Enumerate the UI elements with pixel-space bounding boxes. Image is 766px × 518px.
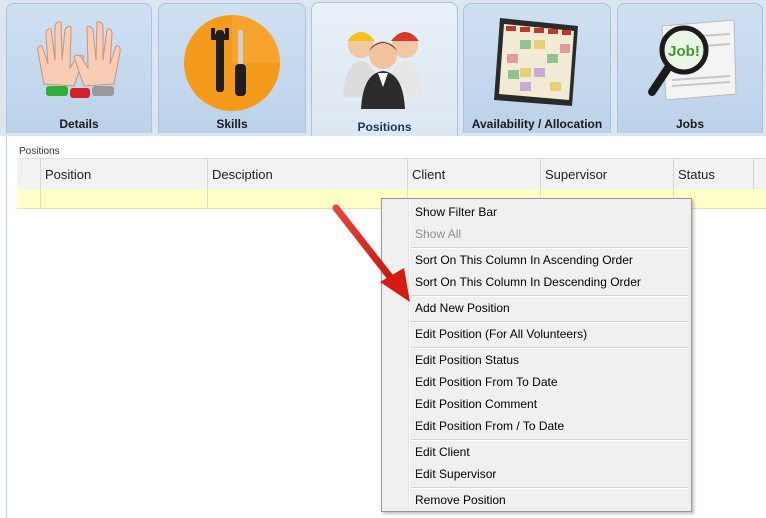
panel-caption: Positions (19, 146, 60, 157)
column-header-filler (753, 159, 766, 189)
context-menu: Show Filter Bar Show All Sort On This Co… (381, 198, 692, 512)
menu-item-edit-position-comment[interactable]: Edit Position Comment (415, 393, 537, 415)
column-header-status[interactable]: Status (673, 159, 753, 189)
row-indicator[interactable] (17, 189, 40, 208)
tab-label-availability: Availability / Allocation (471, 117, 603, 131)
menu-item-edit-client[interactable]: Edit Client (415, 441, 470, 463)
column-header-position[interactable]: Position (40, 159, 207, 189)
menu-item-remove-position[interactable]: Remove Position (415, 489, 506, 511)
tab-label-skills: Skills (216, 117, 248, 131)
menu-item-sort-descending[interactable]: Sort On This Column In Descending Order (415, 271, 641, 293)
tools-icon (183, 14, 281, 115)
annotation-arrow-icon (332, 204, 410, 302)
menu-item-show-filter-bar[interactable]: Show Filter Bar (415, 201, 497, 223)
tab-jobs[interactable]: Job! Jobs (617, 3, 763, 133)
tab-details[interactable]: Details (6, 3, 152, 133)
cell-position[interactable] (40, 189, 207, 208)
menu-item-show-all[interactable]: Show All (415, 223, 461, 245)
tab-positions[interactable]: Positions (311, 2, 458, 136)
job-search-icon: Job! (642, 16, 738, 111)
column-header-supervisor[interactable]: Supervisor (540, 159, 673, 189)
workers-icon (337, 17, 433, 112)
menu-item-edit-position-all[interactable]: Edit Position (For All Volunteers) (415, 323, 587, 345)
menu-item-edit-position-from-slash-to-date[interactable]: Edit Position From / To Date (415, 415, 564, 437)
hands-icon (24, 12, 134, 107)
tab-label-positions: Positions (357, 120, 412, 134)
tab-label-jobs: Jobs (675, 117, 704, 131)
menu-item-add-new-position[interactable]: Add New Position (415, 297, 510, 319)
tab-skills[interactable]: Skills (158, 3, 306, 133)
menu-item-edit-supervisor[interactable]: Edit Supervisor (415, 463, 496, 485)
tab-label-details: Details (59, 117, 99, 131)
menu-item-sort-ascending[interactable]: Sort On This Column In Ascending Order (415, 249, 633, 271)
calendar-icon (490, 14, 584, 111)
column-header-description[interactable]: Desciption (207, 159, 407, 189)
svg-text:Job!: Job! (668, 43, 700, 60)
row-indicator-header (17, 159, 40, 189)
grid-header: Position Desciption Client Supervisor St… (17, 158, 766, 190)
tab-availability-allocation[interactable]: Availability / Allocation (463, 3, 611, 133)
column-header-client[interactable]: Client (407, 159, 540, 189)
tab-strip: Details Skills Positions Availability / … (0, 0, 766, 136)
menu-item-edit-position-from-to-date[interactable]: Edit Position From To Date (415, 371, 558, 393)
menu-item-edit-position-status[interactable]: Edit Position Status (415, 349, 519, 371)
